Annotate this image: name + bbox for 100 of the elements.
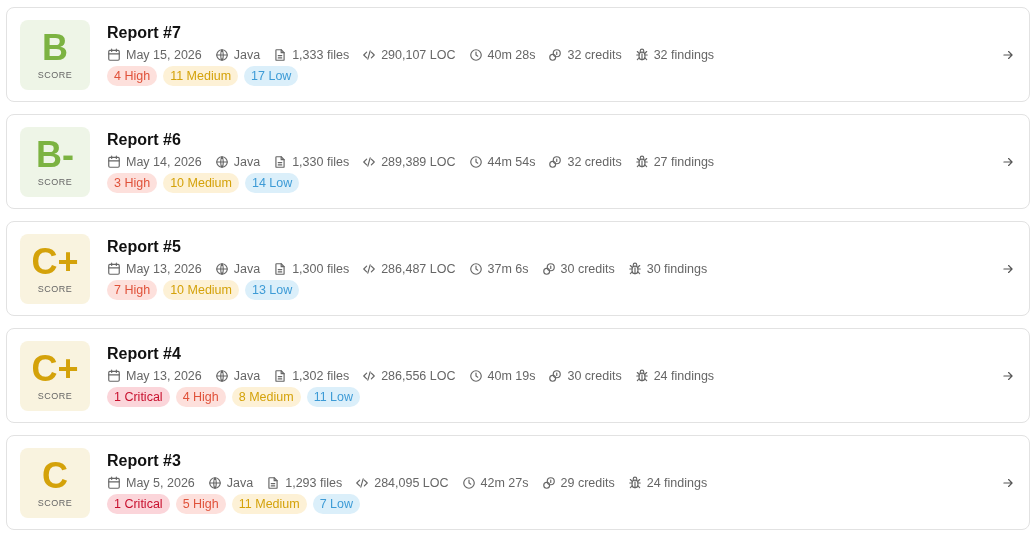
code-icon — [362, 155, 377, 169]
meta-text: 289,389 LOC — [381, 155, 456, 169]
globe-icon — [214, 48, 229, 62]
report-card[interactable]: B SCORE Report #7 May 15, 2026 Java 1,333 files 290,107 LOC 40m 28s 32 credits 32 findings 4 High 11 Medium 17 Low — [6, 7, 1030, 102]
score-grade: B — [42, 29, 68, 66]
severity-badge: 13 Low — [245, 280, 300, 300]
severity-badge: 7 Low — [312, 494, 361, 514]
meta-text: 29 credits — [560, 476, 615, 490]
severity-badge: 14 Low — [245, 173, 300, 193]
severity-badge: 10 Medium — [163, 280, 239, 300]
severity-badge: 10 Medium — [163, 173, 239, 193]
severity-badge: 8 Medium — [231, 387, 301, 407]
meta-text: Java — [233, 48, 261, 62]
meta-text: 30 findings — [646, 262, 708, 276]
meta-text: May 5, 2026 — [126, 476, 195, 490]
bug-icon — [634, 48, 649, 62]
meta-text: 24 findings — [646, 476, 708, 490]
meta-text: 1,330 files — [292, 155, 350, 169]
report-title: Report #5 — [107, 237, 182, 257]
meta-text: 1,300 files — [292, 262, 350, 276]
meta-text: 24 findings — [653, 369, 715, 383]
calendar-icon — [107, 155, 121, 169]
score-grade: C+ — [31, 350, 79, 387]
severity-badge: 17 Low — [244, 66, 299, 86]
meta-text: May 13, 2026 — [126, 262, 202, 276]
severity-badge: 7 High — [107, 280, 158, 300]
meta-text: 1,333 files — [292, 48, 350, 62]
report-title: Report #6 — [107, 130, 182, 150]
severity-badge: 3 High — [107, 173, 158, 193]
report-card[interactable]: C SCORE Report #3 May 5, 2026 Java 1,293 files 284,095 LOC 42m 27s 29 credits 24 findings 1 Critical 5 High 11 Medium 7 Low — [6, 435, 1030, 530]
calendar-icon — [107, 262, 121, 276]
report-title: Report #3 — [107, 451, 182, 471]
calendar-icon — [107, 476, 121, 490]
meta-text: May 14, 2026 — [126, 155, 202, 169]
document-icon — [266, 476, 281, 490]
meta-text: 286,556 LOC — [381, 369, 456, 383]
document-icon — [273, 262, 288, 276]
document-icon — [273, 48, 288, 62]
bug-icon — [634, 155, 649, 169]
meta-text: 40m 19s — [487, 369, 536, 383]
clock-icon — [468, 155, 483, 169]
document-icon — [273, 369, 288, 383]
meta-text: 32 credits — [567, 155, 622, 169]
severity-badge: 4 High — [107, 66, 158, 86]
meta-text: 32 credits — [567, 48, 622, 62]
report-title: Report #4 — [107, 344, 182, 364]
meta-text: 290,107 LOC — [381, 48, 456, 62]
calendar-icon — [107, 369, 121, 383]
coins-icon — [541, 262, 556, 276]
globe-icon — [214, 262, 229, 276]
score-label: SCORE — [37, 497, 73, 508]
calendar-icon — [107, 48, 121, 62]
score-grade: C — [42, 457, 68, 494]
coins-icon — [548, 369, 563, 383]
meta-text: Java — [233, 155, 261, 169]
meta-text: 42m 27s — [480, 476, 529, 490]
score-label: SCORE — [37, 283, 73, 294]
severity-badge: 1 Critical — [107, 494, 170, 514]
score-grade: B- — [36, 136, 74, 173]
score-label: SCORE — [37, 69, 73, 80]
code-icon — [362, 369, 377, 383]
meta-text: 37m 6s — [487, 262, 529, 276]
meta-text: 32 findings — [653, 48, 715, 62]
meta-text: Java — [233, 262, 261, 276]
coins-icon — [548, 155, 563, 169]
clock-icon — [468, 262, 483, 276]
severity-badge: 5 High — [175, 494, 226, 514]
globe-icon — [214, 155, 229, 169]
meta-text: Java — [226, 476, 254, 490]
severity-badge: 11 Medium — [231, 494, 307, 514]
bug-icon — [627, 262, 642, 276]
globe-icon — [207, 476, 222, 490]
severity-badge: 1 Critical — [107, 387, 170, 407]
meta-text: 30 credits — [567, 369, 622, 383]
document-icon — [273, 155, 288, 169]
report-card[interactable]: B- SCORE Report #6 May 14, 2026 Java 1,330 files 289,389 LOC 44m 54s 32 credits 27 findings 3 High 10 Medium 14 Low — [6, 114, 1030, 209]
code-icon — [362, 48, 377, 62]
report-card[interactable]: C+ SCORE Report #4 May 13, 2026 Java 1,302 files 286,556 LOC 40m 19s 30 credits 24 findings 1 Critical 4 High 8 Medium 11 Low — [6, 328, 1030, 423]
severity-badge: 11 Low — [306, 387, 361, 407]
score-grade: C+ — [31, 243, 79, 280]
report-card[interactable]: C+ SCORE Report #5 May 13, 2026 Java 1,300 files 286,487 LOC 37m 6s 30 credits 30 findings 7 High 10 Medium 13 Low — [6, 221, 1030, 316]
severity-badge: 4 High — [175, 387, 226, 407]
report-title: Report #7 — [107, 23, 182, 43]
severity-badge: 11 Medium — [163, 66, 239, 86]
clock-icon — [468, 48, 483, 62]
score-label: SCORE — [37, 390, 73, 401]
coins-icon — [541, 476, 556, 490]
meta-text: 1,293 files — [285, 476, 343, 490]
clock-icon — [468, 369, 483, 383]
meta-text: 27 findings — [653, 155, 715, 169]
meta-text: 1,302 files — [292, 369, 350, 383]
meta-text: 30 credits — [560, 262, 615, 276]
meta-text: Java — [233, 369, 261, 383]
score-label: SCORE — [37, 176, 73, 187]
meta-text: May 13, 2026 — [126, 369, 202, 383]
globe-icon — [214, 369, 229, 383]
meta-text: 286,487 LOC — [381, 262, 456, 276]
code-icon — [355, 476, 370, 490]
bug-icon — [634, 369, 649, 383]
meta-text: May 15, 2026 — [126, 48, 202, 62]
